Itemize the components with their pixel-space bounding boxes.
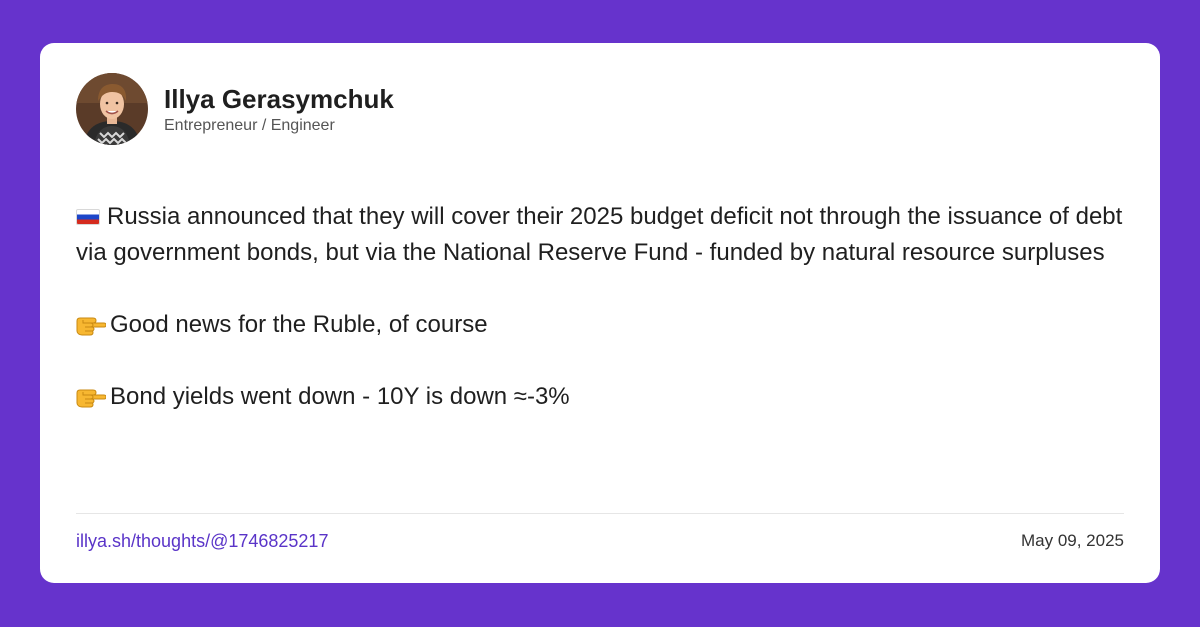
- post-header: Illya Gerasymchuk Entrepreneur / Enginee…: [76, 73, 394, 145]
- post-paragraph: Russia announced that they will cover th…: [76, 199, 1136, 271]
- post-paragraph: Good news for the Ruble, of course: [76, 307, 1136, 343]
- permalink[interactable]: illya.sh/thoughts/@1746825217: [76, 530, 328, 552]
- post-date: May 09, 2025: [1020, 531, 1124, 550]
- author-role: Entrepreneur / Engineer: [164, 116, 335, 134]
- footer-divider: [76, 513, 1124, 514]
- russia-flag-icon: [76, 209, 100, 225]
- post-paragraph-text: Russia announced that they will cover th…: [76, 203, 1123, 266]
- post-body: Russia announced that they will cover th…: [76, 199, 1136, 451]
- post-card: Illya Gerasymchuk Entrepreneur / Enginee…: [40, 43, 1160, 583]
- post-paragraph-text: Bond yields went down - 10Y is down ≈-3%: [110, 383, 570, 410]
- post-paragraph-text: Good news for the Ruble, of course: [110, 311, 488, 338]
- pointing-hand-icon: [76, 383, 107, 408]
- pointing-hand-icon: [76, 311, 107, 336]
- post-paragraph: Bond yields went down - 10Y is down ≈-3%: [76, 379, 1136, 415]
- author-info: Illya Gerasymchuk Entrepreneur / Enginee…: [164, 83, 394, 136]
- author-name[interactable]: Illya Gerasymchuk: [164, 83, 394, 115]
- author-avatar[interactable]: [76, 73, 148, 145]
